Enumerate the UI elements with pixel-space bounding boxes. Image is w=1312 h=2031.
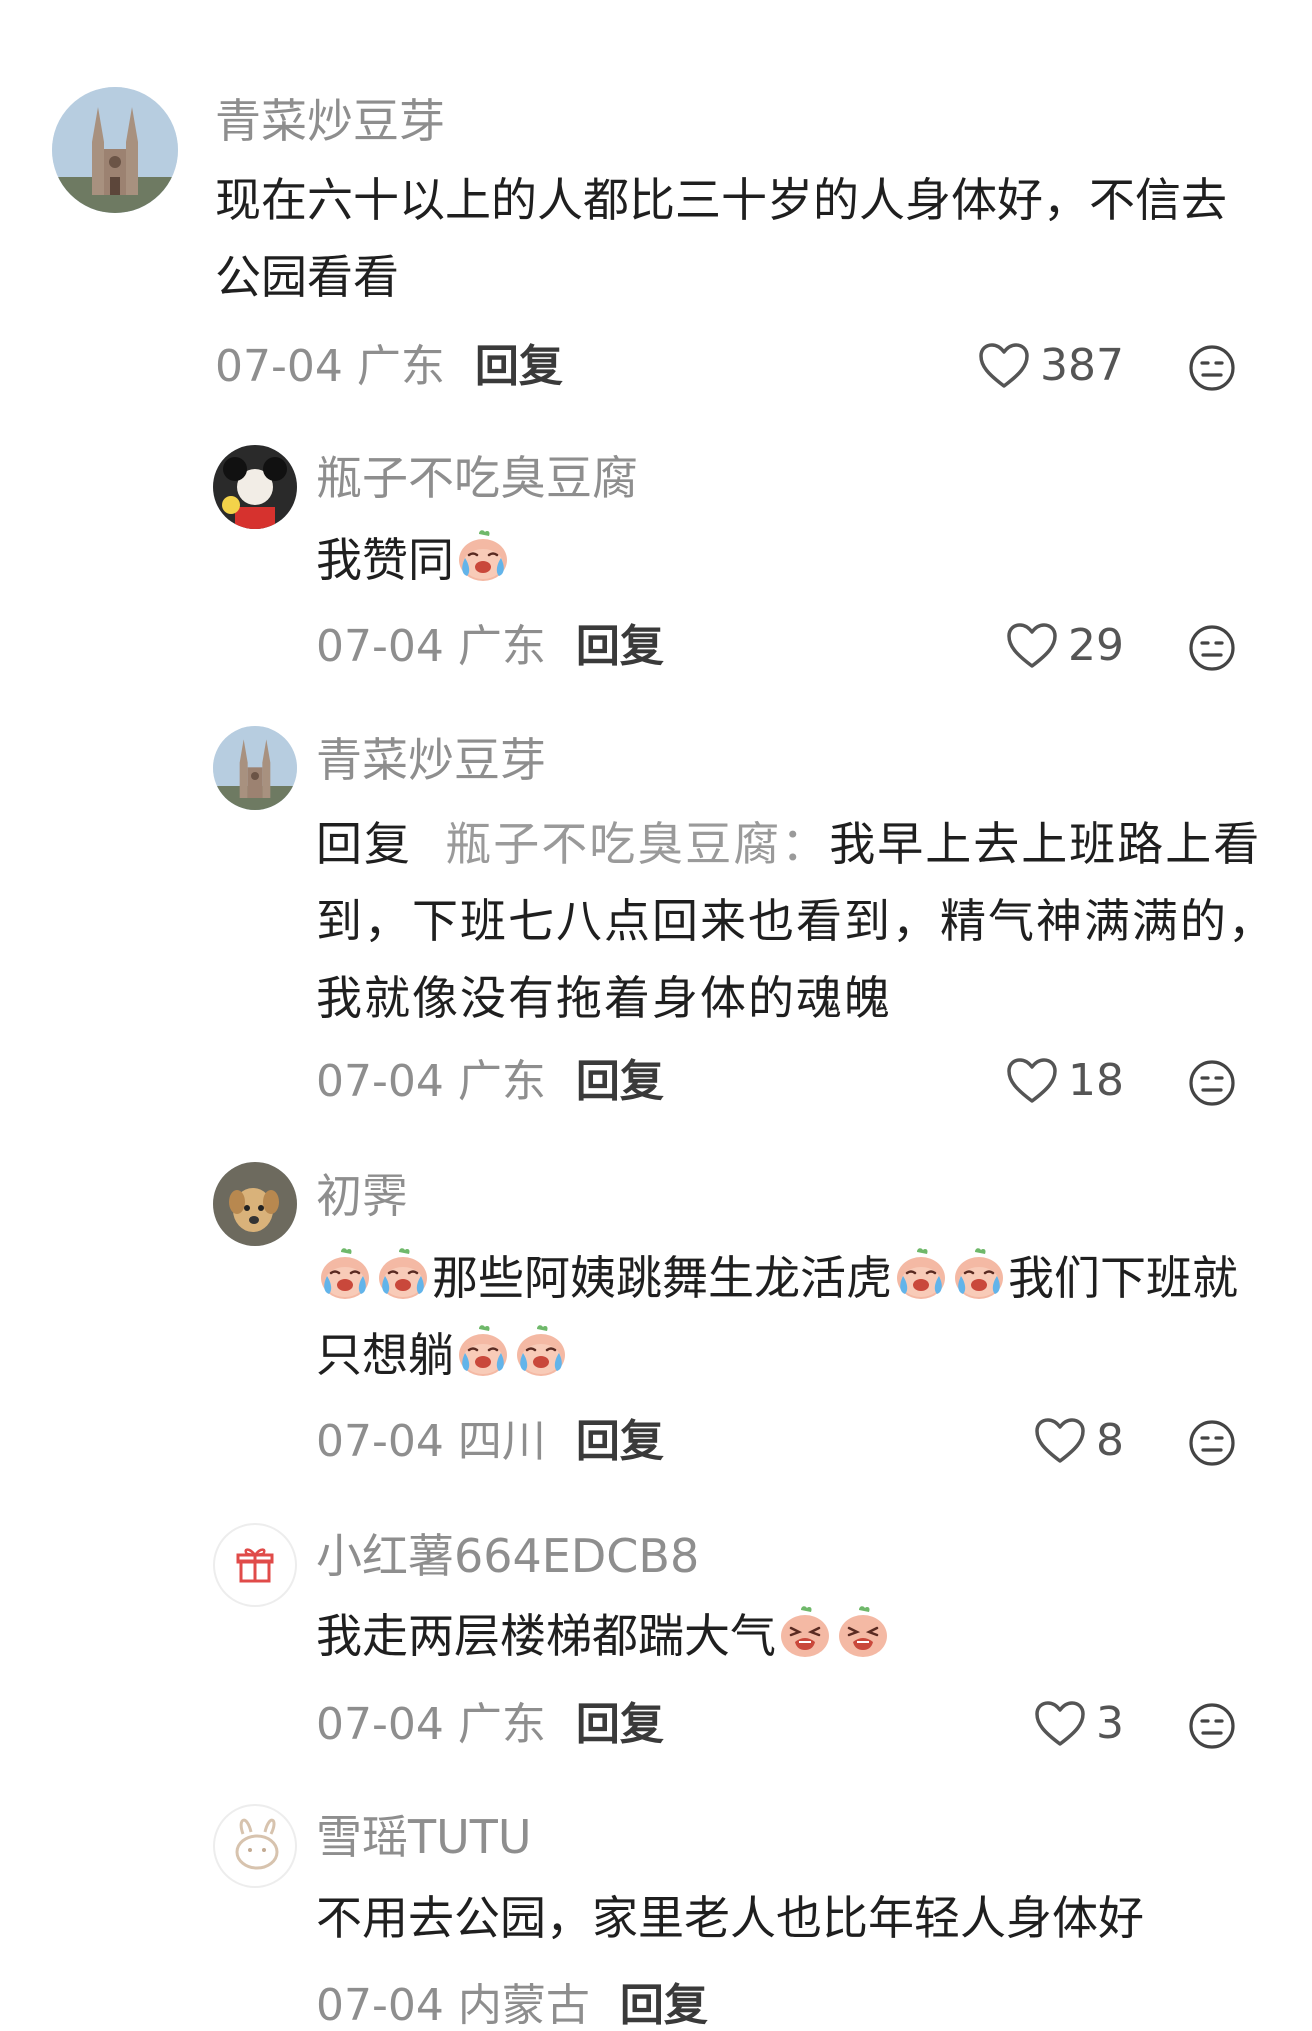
comment-location: 内蒙古 (457, 1980, 590, 2031)
comment-date: 07-04 (215, 341, 343, 392)
reply-button[interactable]: 回复 (576, 621, 664, 672)
comment-location: 四川 (457, 1416, 546, 1467)
neutral-face-icon (1188, 624, 1236, 672)
neutral-face-icon (1188, 1419, 1236, 1467)
dislike-button[interactable] (1188, 1702, 1236, 1750)
like-count: 8 (1096, 1415, 1124, 1466)
like-button[interactable]: 18 (1006, 1057, 1124, 1105)
comment-location: 广东 (356, 341, 445, 392)
sobbing-peach-emoji (777, 1604, 833, 1660)
crying-peach-emoji (951, 1246, 1007, 1302)
dislike-button[interactable] (1188, 624, 1236, 672)
reply-button[interactable]: 回复 (576, 1699, 664, 1750)
comment-text: 现在六十以上的人都比三十岁的人身体好，不信去公园看看 (215, 173, 1227, 304)
reply-button[interactable]: 回复 (576, 1416, 664, 1467)
crying-peach-emoji (455, 528, 511, 584)
comment-location: 广东 (457, 1699, 546, 1750)
avatar[interactable] (213, 1804, 297, 1888)
username[interactable]: 初霁 (316, 1173, 408, 1219)
username[interactable]: 小红薯664EDCB8 (316, 1533, 699, 1579)
avatar[interactable] (213, 726, 297, 810)
username[interactable]: 雪瑶TUTU (316, 1814, 532, 1860)
like-count: 18 (1068, 1055, 1124, 1106)
username[interactable]: 青菜炒豆芽 (215, 98, 445, 144)
neutral-face-icon (1188, 1059, 1236, 1107)
reply-button[interactable]: 回复 (475, 341, 563, 392)
heart-outline-icon (978, 342, 1030, 390)
neutral-face-icon (1188, 1702, 1236, 1750)
crying-peach-emoji (513, 1323, 569, 1379)
comment-meta: 07-04 内蒙古 回复 (316, 1984, 708, 2028)
dislike-button[interactable] (1188, 1419, 1236, 1467)
comment-location: 广东 (457, 621, 546, 672)
reply-prefix: 回复 (316, 817, 412, 871)
comment-date: 07-04 (316, 621, 444, 672)
like-button[interactable]: 8 (1034, 1417, 1124, 1465)
dislike-button[interactable] (1188, 344, 1236, 392)
like-count: 3 (1096, 1698, 1124, 1749)
comment-meta: 07-04 广东 回复 (316, 625, 664, 669)
crying-peach-emoji (893, 1246, 949, 1302)
comment-text: 那些阿姨跳舞生龙活虎 我们下班就只想躺 (316, 1240, 1276, 1394)
reply-button[interactable]: 回复 (576, 1056, 664, 1107)
like-button[interactable]: 29 (1006, 622, 1124, 670)
username[interactable]: 瓶子不吃臭豆腐 (316, 455, 638, 501)
comment-date: 07-04 (316, 1056, 444, 1107)
crying-peach-emoji (317, 1246, 373, 1302)
comment-text: 回复 瓶子不吃臭豆腐：我早上去上班路上看到，下班七八点回来也看到，精气神满满的，… (316, 817, 1276, 1025)
cathedral-avatar-icon (213, 726, 297, 810)
comment-text: 我赞同 (316, 522, 1276, 599)
like-count: 29 (1068, 620, 1124, 671)
comment-date: 07-04 (316, 1699, 444, 1750)
like-button[interactable]: 3 (1034, 1700, 1124, 1748)
heart-outline-icon (1034, 1417, 1086, 1465)
gift-icon (236, 1548, 274, 1583)
cathedral-avatar-icon (52, 87, 178, 213)
comment-location: 广东 (457, 1056, 546, 1107)
heart-outline-icon (1006, 622, 1058, 670)
crying-peach-emoji (455, 1323, 511, 1379)
comment-date: 07-04 (316, 1416, 444, 1467)
like-button[interactable]: 387 (978, 342, 1124, 390)
sobbing-peach-emoji (835, 1604, 891, 1660)
comment-meta: 07-04 广东 回复 (316, 1060, 664, 1104)
reply-button[interactable]: 回复 (620, 1980, 708, 2031)
avatar[interactable] (52, 87, 178, 213)
mickey-avatar-icon (213, 445, 297, 529)
avatar[interactable] (213, 445, 297, 529)
comment-date: 07-04 (316, 1980, 444, 2031)
comment-meta: 07-04 广东 回复 (316, 1703, 664, 1747)
dislike-button[interactable] (1188, 1059, 1236, 1107)
crying-peach-emoji (375, 1246, 431, 1302)
dog-avatar-icon (213, 1162, 297, 1246)
rabbit-avatar-icon (235, 1818, 279, 1870)
like-count: 387 (1040, 340, 1124, 391)
heart-outline-icon (1006, 1057, 1058, 1105)
avatar[interactable] (213, 1523, 297, 1607)
comment-meta: 07-04 广东 回复 (215, 345, 563, 389)
heart-outline-icon (1034, 1700, 1086, 1748)
avatar[interactable] (213, 1162, 297, 1246)
comment-text: 不用去公园，家里老人也比年轻人身体好 (316, 1891, 1144, 1945)
username[interactable]: 青菜炒豆芽 (316, 737, 546, 783)
comment-meta: 07-04 四川 回复 (316, 1420, 664, 1464)
reply-target-username[interactable]: 瓶子不吃臭豆腐： (445, 817, 829, 871)
neutral-face-icon (1188, 344, 1236, 392)
comment-text: 我走两层楼梯都踹大气 (316, 1598, 1276, 1675)
